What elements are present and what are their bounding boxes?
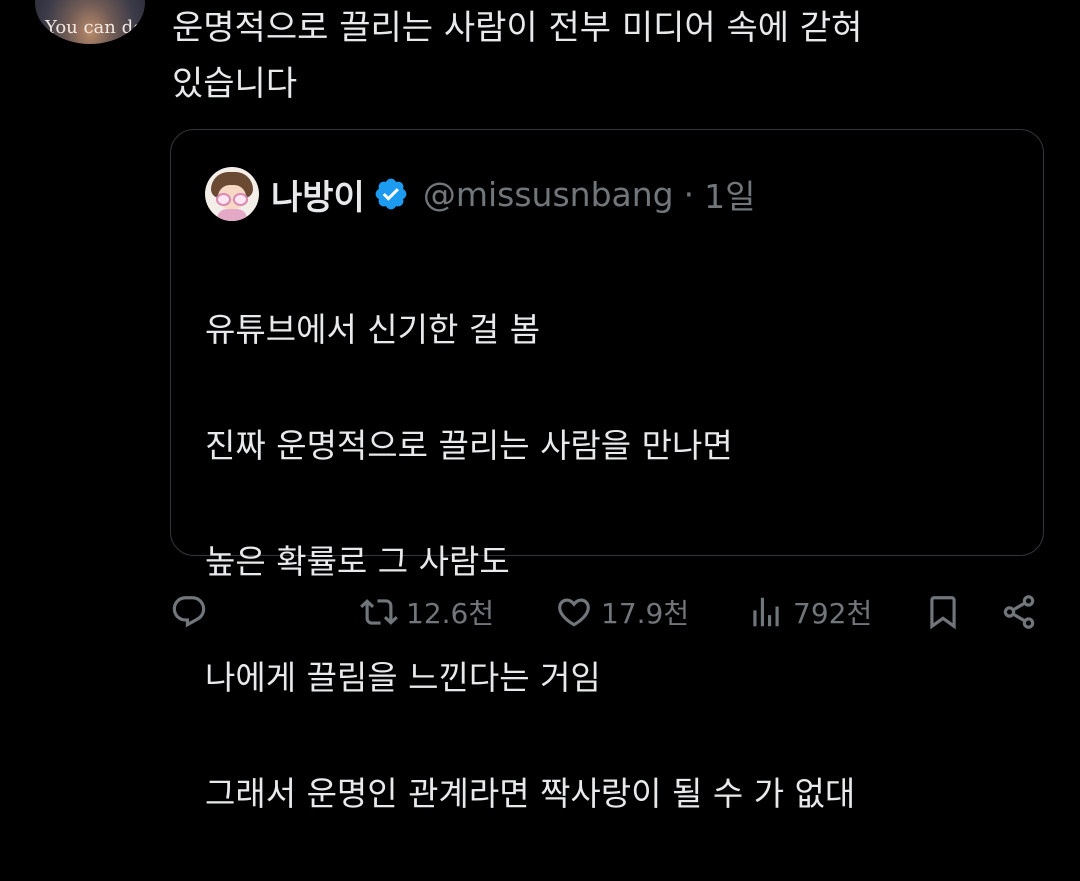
quoted-tweet-header: 나방이 @missusnbang · 1일: [205, 166, 755, 222]
user-avatar[interactable]: You can do it: [35, 0, 145, 44]
bookmark-button[interactable]: [924, 588, 970, 636]
avatar-caption: You can do it: [45, 17, 145, 38]
quoted-tweet-text: 유튜브에서 신기한 걸 봄 진짜 운명적으로 끌리는 사람을 만나면 높은 확률…: [205, 243, 855, 881]
verified-badge-icon: [373, 176, 409, 212]
share-button[interactable]: [1000, 588, 1046, 636]
tweet-text: 운명적으로 끌리는 사람이 전부 미디어 속에 갇혀 있습니다: [172, 8, 863, 104]
quoted-tweet-time[interactable]: 1일: [704, 170, 755, 218]
retweet-count: 12.6천: [406, 597, 495, 630]
views-button[interactable]: 792천: [747, 588, 872, 636]
quoted-tweet-card[interactable]: 나방이 @missusnbang · 1일 유튜브에서 신기한 걸 봄 진짜 운…: [170, 129, 1044, 813]
separator-dot: ·: [683, 174, 695, 214]
retweet-icon: [360, 599, 398, 625]
bookmark-icon: [930, 596, 956, 630]
quoted-tweet-line: 높은 확률로 그 사람도: [205, 542, 510, 581]
quoted-user-avatar[interactable]: [205, 167, 259, 221]
heart-icon: [558, 598, 590, 627]
quoted-user-handle[interactable]: @missusnbang: [423, 175, 674, 214]
quoted-tweet-line: 유튜브에서 신기한 걸 봄: [205, 310, 541, 349]
views-count: 792천: [793, 597, 873, 630]
like-count: 17.9천: [601, 597, 690, 630]
retweet-button[interactable]: 12.6천: [360, 588, 494, 636]
quoted-tweet-line: 나에게 끌림을 느낀다는 거임: [205, 658, 601, 697]
like-button[interactable]: 17.9천: [555, 588, 689, 636]
reply-icon: [172, 596, 206, 628]
quoted-user-name[interactable]: 나방이: [271, 170, 365, 219]
tweet-actions-bar: 12.6천 17.9천 792천: [0, 588, 1080, 636]
share-icon: [1003, 595, 1035, 629]
reply-button[interactable]: [170, 588, 216, 636]
views-icon: [753, 597, 779, 627]
quoted-tweet-line: 그래서 운명인 관계라면 짝사랑이 될 수 가 없대: [205, 774, 856, 813]
quoted-tweet-line: 진짜 운명적으로 끌리는 사람을 만나면: [205, 426, 733, 465]
